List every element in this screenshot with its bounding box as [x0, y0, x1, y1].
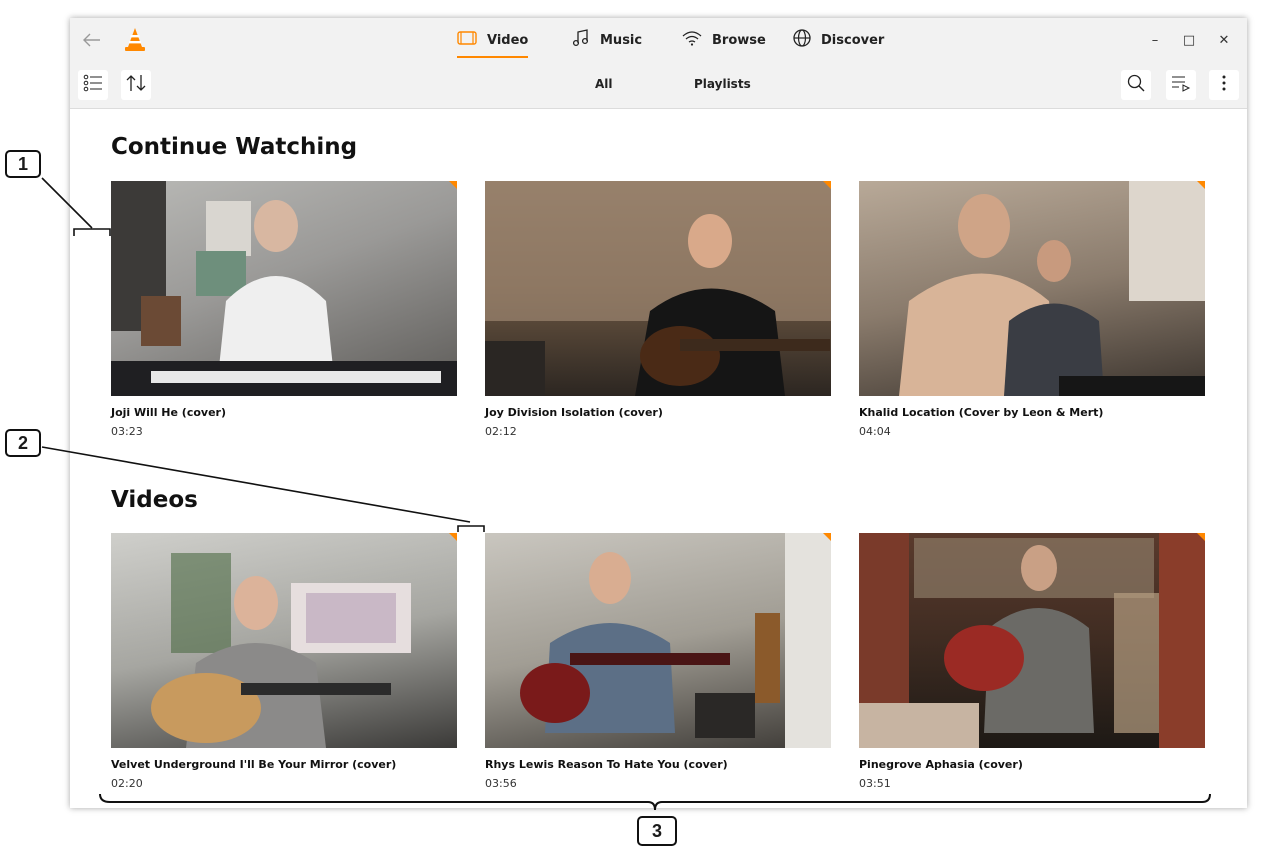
callout-3: 3	[637, 816, 677, 846]
callout-2: 2	[5, 429, 41, 457]
annotation-overlay	[41, 177, 1211, 811]
callout-1: 1	[5, 150, 41, 178]
